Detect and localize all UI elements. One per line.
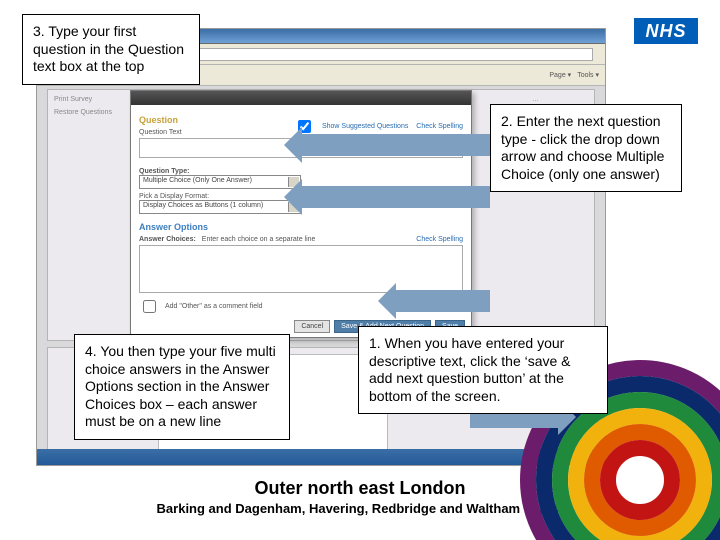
add-other-checkbox[interactable] (143, 300, 156, 313)
left-actions: Print Survey Restore Questions (54, 96, 118, 136)
answer-choices-textarea[interactable] (139, 245, 463, 293)
nhs-logo: NHS (634, 18, 698, 44)
check-spelling-link[interactable]: Check Spelling (416, 123, 463, 130)
slide: NHS ☆Page ▾Tools ▾ Print Survey Restore … (0, 0, 720, 540)
dialog-titlebar (131, 91, 471, 105)
display-format-value: Display Choices as Buttons (1 column) (143, 202, 263, 209)
callout-step1: 1. When you have entered your descriptiv… (358, 326, 608, 414)
arrow-to-answer-box (394, 290, 490, 312)
arrow-to-question-type (300, 186, 490, 208)
question-type-label: Question Type: (139, 168, 463, 175)
section-answer-options: Answer Options (139, 222, 463, 232)
cancel-button[interactable]: Cancel (294, 320, 330, 333)
callout-step3: 3. Type your first question in the Quest… (22, 14, 200, 85)
add-other-label: Add "Other" as a comment field (165, 303, 263, 310)
print-survey-link[interactable]: Print Survey (54, 96, 118, 103)
show-suggested-link[interactable]: Show Suggested Questions (322, 123, 408, 130)
arrow-to-question-text (300, 134, 490, 156)
check-spelling-link-2[interactable]: Check Spelling (416, 236, 463, 243)
answer-choices-label: Answer Choices: (139, 236, 196, 243)
display-format-select[interactable]: Display Choices as Buttons (1 column) (139, 200, 301, 214)
callout-step4: 4. You then type your five multi choice … (74, 334, 290, 440)
question-type-select[interactable]: Multiple Choice (Only One Answer) (139, 175, 301, 189)
question-type-value: Multiple Choice (Only One Answer) (143, 177, 252, 184)
answer-choices-hint: Enter each choice on a separate line (202, 236, 316, 243)
restore-questions-link[interactable]: Restore Questions (54, 109, 118, 116)
callout-step2: 2. Enter the next question type - click … (490, 104, 682, 192)
